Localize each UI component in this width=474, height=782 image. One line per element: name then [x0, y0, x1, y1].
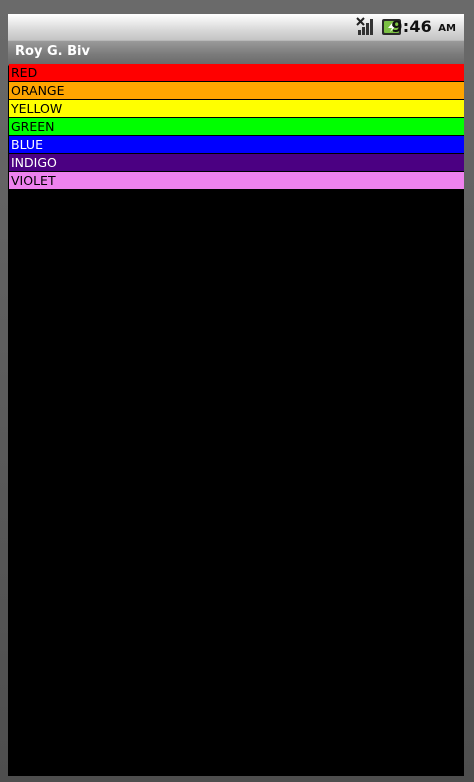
status-bar: 9:46 AM: [8, 14, 464, 40]
color-list-item-yellow[interactable]: YELLOW: [9, 100, 464, 117]
status-time: 9:46: [391, 17, 432, 36]
color-list-item-red[interactable]: RED: [9, 64, 464, 81]
color-list-item-violet[interactable]: VIOLET: [9, 172, 464, 189]
device-frame: 9:46 AM Roy G. Biv RED ORANGE YELLOW GREEN B…: [0, 0, 474, 782]
color-list-item-indigo[interactable]: INDIGO: [9, 154, 464, 171]
color-list: RED ORANGE YELLOW GREEN BLUE INDIGO VIOLET: [9, 64, 464, 190]
app-title-bar: Roy G. Biv: [8, 40, 464, 66]
device-screen: 9:46 AM Roy G. Biv RED ORANGE YELLOW GREEN B…: [8, 14, 464, 776]
color-list-item-blue[interactable]: BLUE: [9, 136, 464, 153]
signal-off-icon: [356, 17, 373, 35]
color-list-item-orange[interactable]: ORANGE: [9, 82, 464, 99]
app-title: Roy G. Biv: [15, 44, 90, 59]
color-list-item-green[interactable]: GREEN: [9, 118, 464, 135]
status-ampm: AM: [438, 23, 456, 34]
